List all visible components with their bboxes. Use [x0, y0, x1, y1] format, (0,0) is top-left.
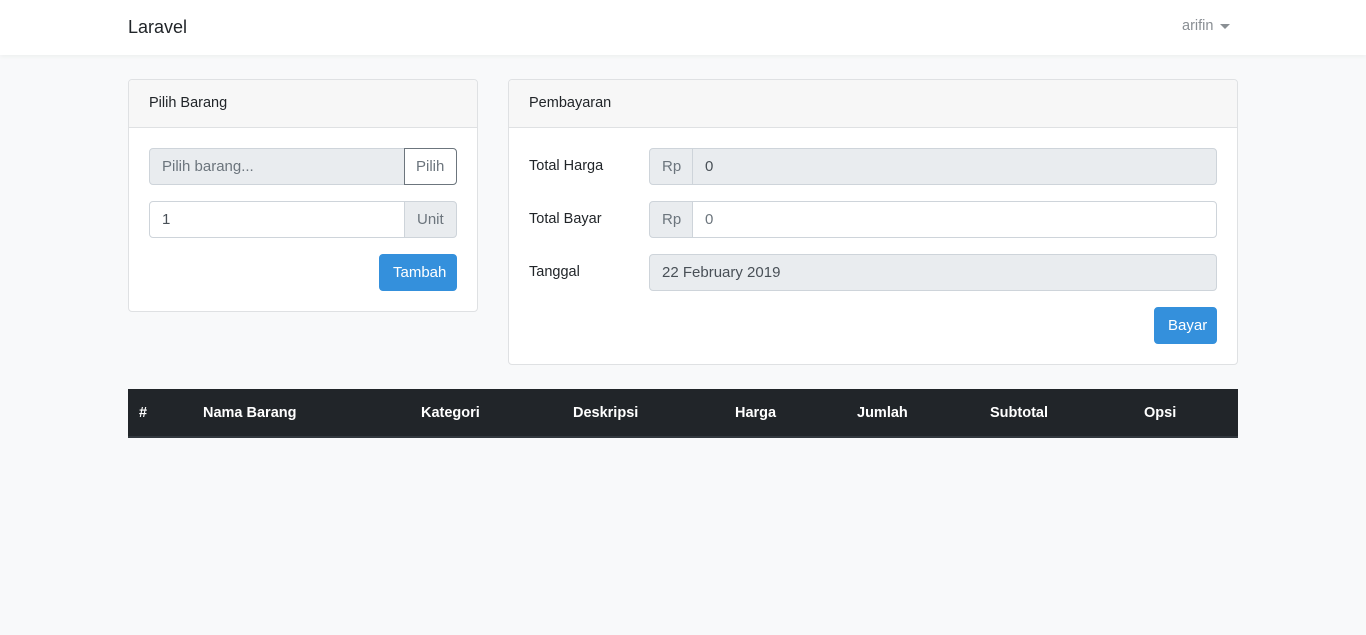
navbar-brand[interactable]: Laravel — [128, 17, 187, 38]
tanggal-field: 22 February 2019 — [649, 254, 1217, 291]
total-bayar-input[interactable]: 0 — [692, 201, 1217, 238]
user-menu[interactable]: arifin — [1182, 18, 1231, 34]
column-header-kategori: Kategori — [421, 405, 480, 421]
total-harga-currency: Rp — [649, 148, 693, 185]
tanggal-value: 22 February 2019 — [662, 264, 781, 281]
user-name: arifin — [1182, 18, 1214, 34]
column-header-subtotal: Subtotal — [990, 405, 1048, 421]
column-header-nama-barang: Nama Barang — [203, 405, 297, 421]
quantity-value: 1 — [162, 211, 171, 228]
caret-down-icon — [1220, 23, 1231, 29]
column-header-jumlah: Jumlah — [857, 405, 908, 421]
bayar-button[interactable]: Bayar — [1154, 307, 1217, 344]
total-bayar-label: Total Bayar — [529, 211, 602, 227]
column-header-number: # — [139, 405, 148, 421]
total-harga-label: Total Harga — [529, 158, 604, 174]
pilih-barang-header: Pilih Barang — [129, 80, 477, 128]
quantity-input[interactable]: 1 — [149, 201, 405, 238]
total-harga-value: 0 — [705, 158, 714, 175]
table-header: # Nama Barang Kategori Deskripsi Harga J… — [128, 389, 1238, 438]
navbar: Laravel arifin — [0, 0, 1366, 55]
item-select-placeholder: Pilih barang... — [162, 158, 254, 175]
column-header-harga: Harga — [735, 405, 777, 421]
column-header-opsi: Opsi — [1144, 405, 1177, 421]
pilih-button[interactable]: Pilih — [404, 148, 457, 185]
total-bayar-currency: Rp — [649, 201, 693, 238]
total-bayar-placeholder: 0 — [705, 211, 714, 228]
tambah-button[interactable]: Tambah — [379, 254, 457, 291]
item-select-input[interactable]: Pilih barang... — [149, 148, 405, 185]
total-harga-field: 0 — [692, 148, 1217, 185]
pembayaran-header: Pembayaran — [509, 80, 1237, 128]
column-header-deskripsi: Deskripsi — [573, 405, 639, 421]
tanggal-label: Tanggal — [529, 264, 580, 280]
unit-addon: Unit — [404, 201, 457, 238]
